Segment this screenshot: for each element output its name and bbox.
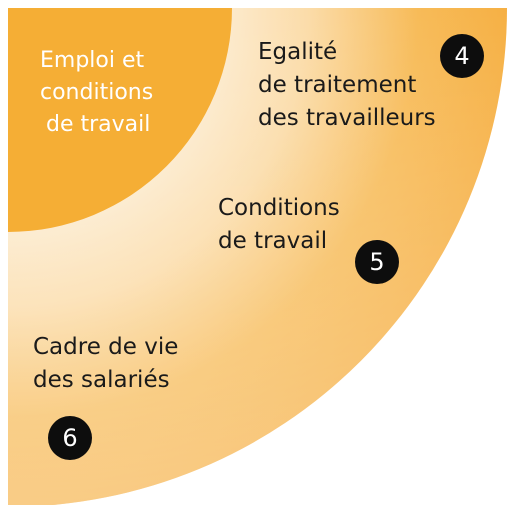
- inner-segment-label: Emploi et conditions de travail: [40, 45, 153, 141]
- segment-4-label-line: Egalité: [258, 39, 338, 65]
- number-badge-4: 4: [440, 34, 484, 78]
- quarter-circle-diagram: Emploi et conditions de travail Egalité …: [0, 0, 515, 505]
- segment-6-label-line: des salariés: [33, 367, 170, 393]
- segment-4-label-line: de traitement: [258, 72, 417, 98]
- inner-label-line: Emploi et: [40, 48, 145, 73]
- inner-label-line: de travail: [46, 112, 151, 137]
- segment-5-label-line: Conditions: [218, 195, 340, 221]
- segment-6-label: Cadre de vie des salariés: [33, 331, 178, 397]
- segment-4-label-line: des travailleurs: [258, 105, 436, 131]
- segment-4-label: Egalité de traitement des travailleurs: [258, 36, 436, 135]
- segment-5-label-line: de travail: [218, 228, 328, 254]
- number-badge-5: 5: [355, 240, 399, 284]
- segment-5-label: Conditions de travail: [218, 192, 340, 258]
- segment-6-label-line: Cadre de vie: [33, 334, 179, 360]
- number-badge-6: 6: [48, 416, 92, 460]
- inner-label-line: conditions: [40, 80, 154, 105]
